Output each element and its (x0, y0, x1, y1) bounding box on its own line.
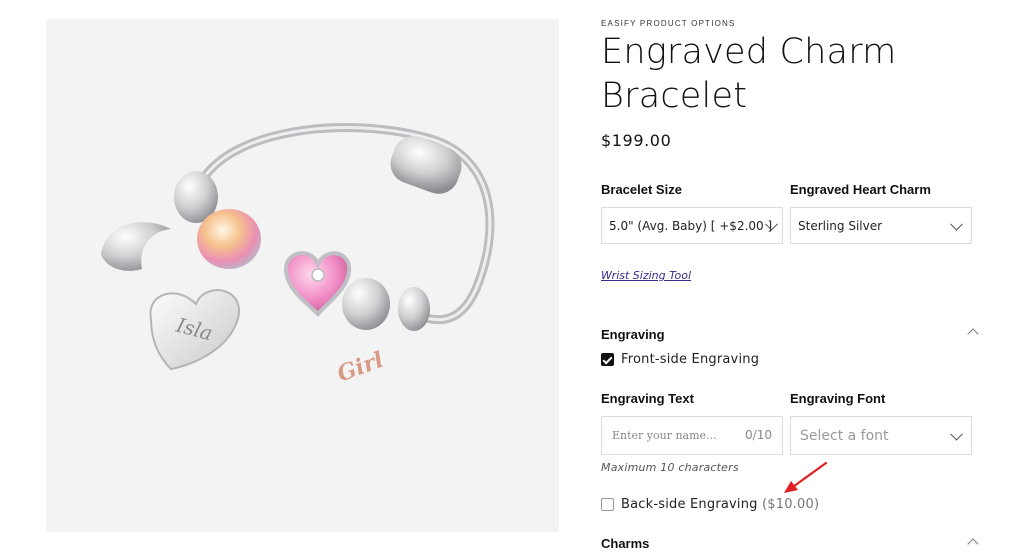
front-engraving-checkbox[interactable] (601, 353, 614, 366)
heart-charm-label: Engraved Heart Charm (790, 182, 931, 197)
bracelet-size-label: Bracelet Size (601, 182, 682, 197)
back-engraving-option[interactable]: Back-side Engraving ($10.00) (621, 497, 819, 512)
glass-bead (197, 209, 261, 269)
chevron-down-icon (950, 217, 963, 231)
engraving-font-label: Engraving Font (790, 391, 886, 406)
rose-gold-word-charm: Girl (334, 347, 387, 388)
chevron-up-icon[interactable] (967, 328, 979, 340)
product-title: Engraved Charm Bracelet (601, 32, 897, 116)
back-engraving-label: Back-side Engraving (621, 497, 758, 512)
product-image[interactable]: Isla Girl (46, 19, 559, 532)
back-engraving-price: ($10.00) (761, 497, 820, 512)
engraving-text-input[interactable] (612, 417, 742, 454)
chevron-down-icon (950, 427, 963, 441)
engraving-helper-text: Maximum 10 characters (601, 461, 739, 474)
engraving-section-title[interactable]: Engraving (601, 327, 665, 342)
clasp (390, 136, 462, 194)
moon-charm (101, 222, 171, 271)
engraving-text-field[interactable]: 0/10 (601, 416, 783, 455)
heart-charm-select[interactable]: Sterling Silver (790, 207, 972, 244)
heart-charm-value: Sterling Silver (798, 218, 883, 233)
silver-bead-3 (398, 287, 430, 331)
bracelet-size-value: 5.0" (Avg. Baby) [ +$2.00 ] (609, 218, 773, 233)
wrist-sizing-link[interactable]: Wrist Sizing Tool (601, 269, 691, 282)
charms-section-title[interactable]: Charms (601, 536, 649, 551)
pink-heart-charm (283, 251, 352, 317)
engraving-font-select[interactable]: Select a font (790, 416, 972, 455)
heart-gem (311, 268, 325, 282)
vendor-label: EASIFY PRODUCT OPTIONS (601, 19, 736, 28)
bracelet-size-select[interactable]: 5.0" (Avg. Baby) [ +$2.00 ] (601, 207, 783, 244)
font-select-placeholder: Select a font (800, 427, 889, 444)
back-engraving-checkbox[interactable] (601, 498, 614, 511)
silver-bead-2 (342, 278, 390, 330)
product-price: $199.00 (601, 131, 672, 150)
chevron-up-icon[interactable] (967, 538, 979, 550)
engraving-text-label: Engraving Text (601, 391, 694, 406)
character-counter: 0/10 (745, 428, 772, 442)
bracelet-illustration: Isla Girl (101, 123, 495, 388)
annotation-arrow-icon (784, 461, 828, 493)
front-engraving-label[interactable]: Front-side Engraving (621, 352, 759, 367)
